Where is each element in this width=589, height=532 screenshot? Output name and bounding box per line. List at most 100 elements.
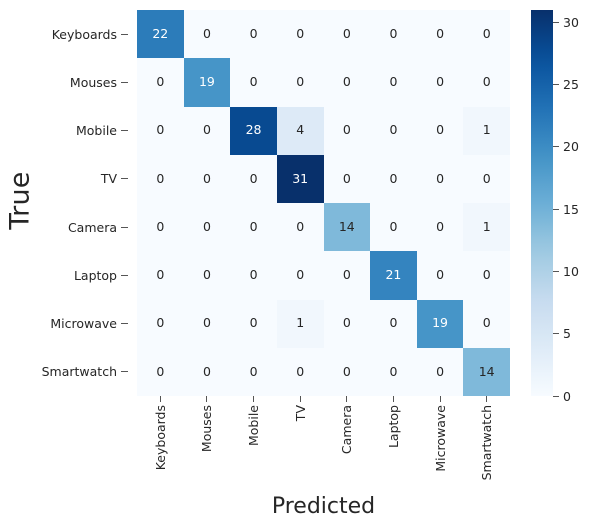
x-axis-title: Predicted [137,494,510,519]
heatmap-cell: 0 [183,10,231,59]
heatmap-cell: 0 [230,154,277,203]
heatmap-cell: 0 [183,203,231,252]
y-tick-mark [121,130,128,132]
colorbar-tick-text: 20 [563,139,579,155]
heatmap-cell: 0 [416,106,464,155]
heatmap-cell: 0 [416,203,464,252]
heatmap-cell: 0 [276,58,324,107]
heatmap-cell: 0 [370,203,417,252]
y-tick-label: Keyboards [40,10,130,58]
heatmap-cell: 0 [370,154,417,203]
heatmap-cell: 0 [183,299,231,348]
x-tick-mark [206,396,208,402]
y-tick-mark [121,274,128,276]
x-tick-label: Keyboards [137,396,184,492]
heatmap-cell: 0 [416,251,464,300]
y-axis-title: True [0,0,40,400]
heatmap-cell: 0 [416,10,464,59]
heatmap-cell: 0 [463,154,510,203]
heatmap-cell: 0 [137,106,184,155]
y-tick-label: Smartwatch [40,348,130,396]
heatmap-cell: 0 [463,10,510,59]
colorbar-tick-mark [553,208,559,210]
heatmap-cell: 31 [276,154,324,203]
heatmap-cell: 0 [323,10,371,59]
y-tick-mark [121,371,128,373]
x-tick-mark [439,396,441,402]
heatmap-cell: 0 [370,299,417,348]
heatmap-cell: 0 [323,106,371,155]
y-tick-label: Mouses [40,58,130,106]
heatmap-cell: 0 [230,299,277,348]
colorbar-tick-text: 0 [563,388,571,404]
heatmap-cell: 0 [183,347,231,396]
heatmap-cell: 4 [276,106,324,155]
x-tick-label: Mouses [184,396,231,492]
heatmap-cell: 0 [416,154,464,203]
y-tick-mark [121,81,128,83]
colorbar-tick-text: 5 [563,326,571,342]
heatmap-cell: 0 [370,58,417,107]
colorbar-tick-mark [553,395,559,397]
heatmap-cell: 0 [370,347,417,396]
colorbar-tick-text: 25 [563,77,579,93]
x-tick-label: Smartwatch [463,396,510,492]
x-tick-mark [299,396,301,402]
x-tick-mark [392,396,394,402]
heatmap-cell: 0 [183,106,231,155]
x-tick-label: Camera [324,396,371,492]
heatmap-cell: 0 [276,10,324,59]
heatmap-cell: 0 [137,299,184,348]
colorbar: 0 5 10 15 20 25 30 [531,10,589,404]
heatmap-cell: 0 [183,154,231,203]
heatmap-cell: 19 [416,299,464,348]
heatmap-cell: 0 [230,347,277,396]
heatmap-cell: 0 [230,203,277,252]
y-axis-title-text: True [4,170,36,230]
colorbar-tick-text: 15 [563,201,579,217]
heatmap-cell: 0 [323,347,371,396]
heatmap-cell: 0 [463,58,510,107]
heatmap-cell: 22 [137,10,184,59]
heatmap-cell: 1 [276,299,324,348]
heatmap-cell: 0 [276,251,324,300]
y-tick-label: Camera [40,203,130,251]
y-tick-label: Mobile [40,107,130,155]
y-tick-label: Microwave [40,300,130,348]
heatmap-cell: 0 [230,10,277,59]
colorbar-tick-mark [553,21,559,23]
heatmap-cell: 28 [230,106,277,155]
x-tick-label: Microwave [417,396,464,492]
heatmap-cell: 14 [463,347,510,396]
colorbar-tick-mark [553,146,559,148]
heatmap-cell: 0 [323,299,371,348]
heatmap-cell: 0 [230,251,277,300]
x-tick-label: Mobile [230,396,277,492]
heatmap-cell: 21 [370,251,417,300]
heatmap-cell: 0 [463,299,510,348]
y-tick-mark [121,323,128,325]
heatmap-cell: 0 [323,154,371,203]
x-tick-mark [346,396,348,402]
heatmap-cell: 0 [137,251,184,300]
x-tick-label: Laptop [370,396,417,492]
heatmap-cell: 0 [370,10,417,59]
y-tick-mark [121,33,128,35]
colorbar-tick-mark [553,84,559,86]
heatmap-cell: 0 [323,58,371,107]
heatmap-cell: 0 [230,58,277,107]
x-tick-mark [486,396,488,402]
x-axis-title-text: Predicted [271,494,376,519]
colorbar-tick-mark [553,333,559,335]
y-tick-label: TV [40,155,130,203]
y-tick-mark [121,226,128,228]
colorbar-gradient [531,10,553,396]
heatmap-cell: 0 [416,347,464,396]
x-tick-label: TV [277,396,324,492]
x-tick-mark [253,396,255,402]
heatmap-cell: 0 [276,347,324,396]
colorbar-tick-text: 30 [563,14,579,30]
y-tick-label: Laptop [40,251,130,299]
heatmap-cell: 14 [323,203,371,252]
x-tick-mark [159,396,161,402]
